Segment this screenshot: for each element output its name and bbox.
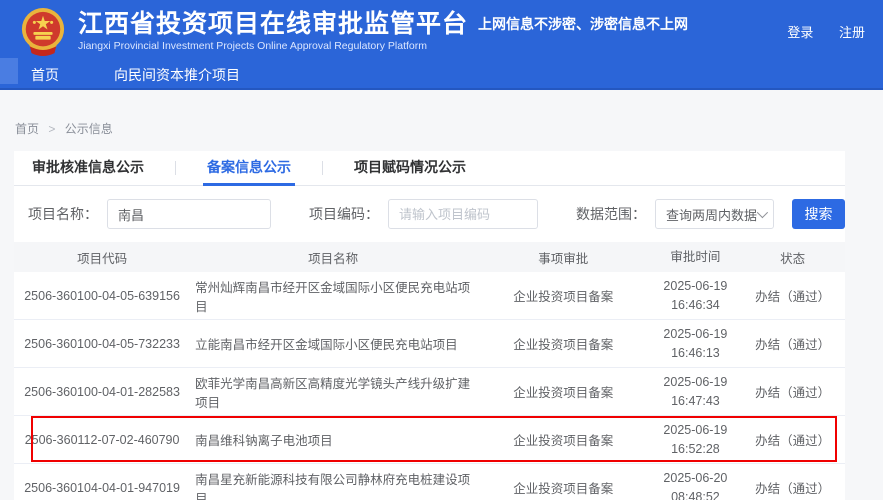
login-link[interactable]: 登录 — [787, 25, 813, 40]
search-form: 项目名称： 项目编码： 数据范围： 查询两周内数据 搜索 — [14, 186, 845, 242]
data-range-value: 查询两周内数据 — [666, 207, 758, 223]
project-name-cell: 南昌星充新能源科技有限公司静林府充电桩建设项目 — [195, 472, 471, 500]
status-cell: 办结（通过） — [755, 338, 831, 352]
project-name-input[interactable] — [107, 199, 271, 229]
main-nav: 首页 向民间资本推介项目 — [0, 58, 883, 90]
tab-divider — [175, 161, 176, 175]
col-header-approval-time: 审批时间 — [670, 249, 721, 264]
tab-filing-info[interactable]: 备案信息公示 — [203, 151, 295, 186]
results-table: 项目代码 项目名称 事项审批 审批时间 状态 2506-360100-04-05… — [14, 242, 845, 500]
project-name-cell: 欧菲光学南昌高新区高精度光学镜头产线升级扩建项目 — [195, 376, 471, 410]
project-code-cell: 2506-360100-04-05-732233 — [24, 336, 180, 351]
project-code-cell: 2506-360112-07-02-460790 — [24, 432, 180, 447]
breadcrumb-home[interactable]: 首页 — [15, 122, 39, 136]
breadcrumb-separator: > — [48, 122, 56, 136]
publicity-card: 审批核准信息公示 备案信息公示 项目赋码情况公示 项目名称： 项目编码： 数据范… — [14, 151, 845, 500]
status-cell: 办结（通过） — [755, 482, 831, 496]
data-range-label: 数据范围： — [576, 206, 646, 222]
table-row[interactable]: 2506-360100-04-01-282583 欧菲光学南昌高新区高精度光学镜… — [14, 368, 845, 416]
approval-time-cell: 2025-06-19 16:47:43 — [651, 373, 741, 409]
breadcrumb: 首页 > 公示信息 — [15, 120, 883, 136]
table-row[interactable]: 2506-360112-07-02-460790 南昌维科钠离子电池项目 企业投… — [14, 416, 845, 464]
col-header-approval-item: 事项审批 — [538, 251, 589, 266]
tab-project-code-info[interactable]: 项目赋码情况公示 — [350, 151, 470, 186]
search-button[interactable]: 搜索 — [792, 199, 845, 229]
approval-item-cell: 企业投资项目备案 — [513, 434, 614, 448]
approval-date: 2025-06-19 — [663, 423, 728, 438]
tab-bar: 审批核准信息公示 备案信息公示 项目赋码情况公示 — [14, 151, 845, 186]
approval-item-cell: 企业投资项目备案 — [513, 386, 614, 400]
col-header-status: 状态 — [780, 251, 806, 266]
status-cell: 办结（通过） — [755, 386, 831, 400]
project-code-cell: 2506-360100-04-01-282583 — [24, 384, 180, 399]
tab-approval-info[interactable]: 审批核准信息公示 — [28, 151, 148, 186]
national-emblem-icon — [20, 5, 66, 59]
main-content: 首页 > 公示信息 审批核准信息公示 备案信息公示 项目赋码情况公示 项目名称：… — [0, 90, 883, 500]
nav-item-private-capital-projects[interactable]: 向民间资本推介项目 — [114, 65, 240, 85]
status-cell: 办结（通过） — [755, 434, 831, 448]
data-range-select[interactable]: 查询两周内数据 — [655, 199, 775, 229]
site-title: 江西省投资项目在线审批监管平台 — [78, 9, 469, 38]
project-code-cell: 2506-360100-04-05-639156 — [24, 288, 180, 303]
register-link[interactable]: 注册 — [839, 25, 865, 40]
project-name-cell: 南昌维科钠离子电池项目 — [195, 434, 333, 448]
table-row[interactable]: 2506-360100-04-05-639156 常州灿辉南昌市经开区金域国际小… — [14, 272, 845, 320]
project-name-label: 项目名称： — [28, 206, 98, 222]
security-notice: 上网信息不涉密、涉密信息不上网 — [478, 16, 689, 32]
project-name-cell: 立能南昌市经开区金域国际小区便民充电站项目 — [195, 338, 458, 352]
approval-item-cell: 企业投资项目备案 — [513, 338, 614, 352]
approval-date: 2025-06-19 — [663, 375, 728, 390]
status-cell: 办结（通过） — [755, 290, 831, 304]
tab-divider — [322, 161, 323, 175]
col-header-project-name: 项目名称 — [308, 251, 359, 266]
col-header-project-code: 项目代码 — [77, 251, 128, 266]
approval-time-cell: 2025-06-19 16:52:28 — [651, 421, 741, 457]
approval-time-cell: 2025-06-19 16:46:13 — [651, 325, 741, 361]
site-header: 江西省投资项目在线审批监管平台 Jiangxi Provincial Inves… — [0, 0, 883, 62]
approval-clock: 16:46:13 — [671, 345, 720, 360]
approval-item-cell: 企业投资项目备案 — [513, 482, 614, 496]
chevron-down-icon — [756, 206, 769, 219]
approval-clock: 16:47:43 — [671, 393, 720, 408]
approval-clock: 16:52:28 — [671, 441, 720, 456]
table-header: 项目代码 项目名称 事项审批 审批时间 状态 — [14, 242, 845, 272]
approval-clock: 08:48:52 — [671, 489, 720, 500]
breadcrumb-current: 公示信息 — [64, 122, 113, 136]
approval-time-cell: 2025-06-19 16:46:34 — [651, 277, 741, 313]
table-body: 2506-360100-04-05-639156 常州灿辉南昌市经开区金域国际小… — [14, 272, 845, 500]
project-code-input[interactable] — [388, 199, 538, 229]
approval-date: 2025-06-20 — [663, 471, 728, 486]
nav-left-accent — [0, 58, 18, 84]
table-row[interactable]: 2506-360100-04-05-732233 立能南昌市经开区金域国际小区便… — [14, 320, 845, 368]
approval-item-cell: 企业投资项目备案 — [513, 290, 614, 304]
approval-clock: 16:46:34 — [671, 297, 720, 312]
approval-date: 2025-06-19 — [663, 279, 728, 294]
project-code-cell: 2506-360104-04-01-947019 — [24, 480, 180, 495]
table-row[interactable]: 2506-360104-04-01-947019 南昌星充新能源科技有限公司静林… — [14, 464, 845, 500]
nav-item-home[interactable]: 首页 — [31, 65, 59, 85]
approval-date: 2025-06-19 — [663, 327, 728, 342]
approval-time-cell: 2025-06-20 08:48:52 — [651, 469, 741, 500]
project-name-cell: 常州灿辉南昌市经开区金域国际小区便民充电站项目 — [195, 280, 471, 314]
project-code-label: 项目编码： — [309, 206, 379, 222]
site-subtitle: Jiangxi Provincial Investment Projects O… — [78, 40, 427, 53]
